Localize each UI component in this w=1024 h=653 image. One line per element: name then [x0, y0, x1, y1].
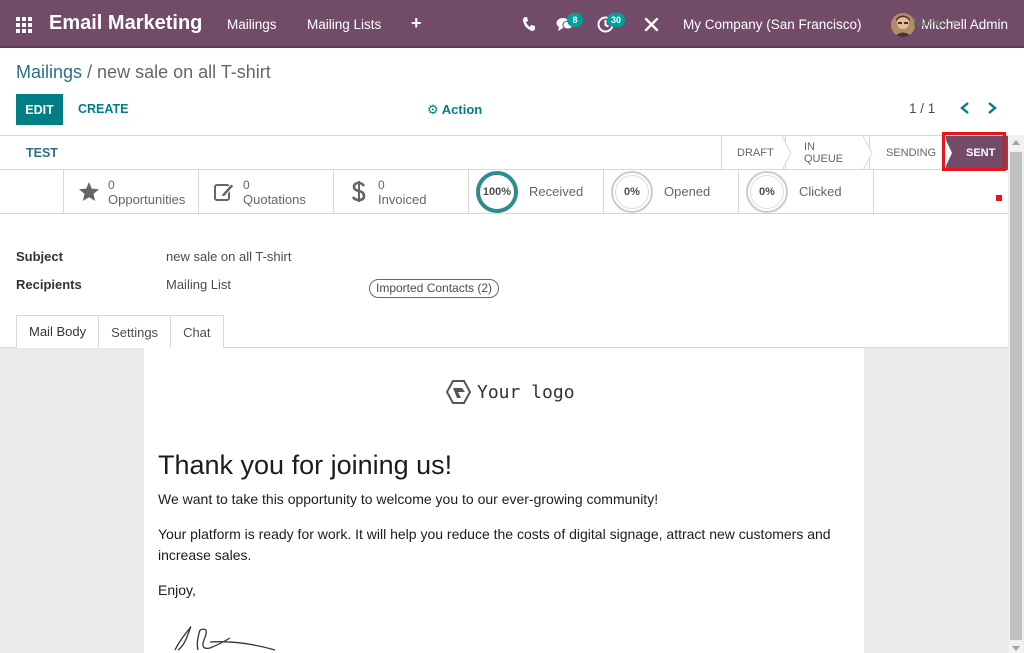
status-bar: TEST DRAFT IN QUEUE SENDING SENT [0, 135, 1008, 170]
edit-button[interactable]: EDIT [16, 94, 63, 125]
notebook-tabs: Mail Body Settings Chat [16, 315, 224, 348]
opened-button[interactable]: 0% Opened [603, 170, 738, 213]
menu-mailings[interactable]: Mailings [227, 17, 277, 32]
mail-paragraph-platform: Your platform is ready for work. It will… [158, 526, 831, 563]
company-switcher[interactable]: My Company (San Francisco) [683, 17, 862, 32]
annotation-marker [996, 195, 1002, 201]
scroll-down-arrow-icon[interactable] [1012, 646, 1020, 651]
sent-stage-highlight [942, 132, 1006, 171]
more-dropdown[interactable]: More ▼ [913, 14, 959, 29]
subject-value: new sale on all T-shirt [166, 249, 292, 264]
caret-down-icon: ▼ [950, 18, 960, 28]
smart-buttons-bar: 0 Opportunities 0 Quotations 0 Invoiced … [0, 170, 1008, 214]
logo-icon [445, 380, 471, 404]
quotations-label: Quotations [243, 192, 306, 207]
plus-icon[interactable]: + [411, 13, 422, 34]
opportunities-label: Opportunities [108, 192, 186, 207]
pager-value[interactable]: 1 / 1 [909, 101, 935, 116]
app-title[interactable]: Email Marketing [49, 12, 202, 35]
breadcrumb: Mailings / new sale on all T-shirt [16, 62, 271, 83]
action-menu-button[interactable]: ⚙ Action [427, 102, 482, 118]
invoiced-button[interactable]: 0 Invoiced [333, 170, 468, 213]
apps-menu-icon[interactable] [16, 17, 32, 33]
create-button[interactable]: CREATE [78, 102, 128, 116]
more-label: More [913, 14, 943, 29]
edit-pencil-icon [214, 183, 235, 201]
received-button[interactable]: 100% Received [468, 170, 603, 213]
breadcrumb-current: new sale on all T-shirt [97, 62, 271, 82]
clicked-percent-ring: 0% [746, 171, 788, 213]
quotations-button[interactable]: 0 Quotations [198, 170, 333, 213]
phone-icon[interactable] [522, 16, 536, 32]
more-smart-button[interactable] [873, 170, 1008, 213]
mail-paragraph-enjoy: Enjoy, [158, 582, 196, 598]
menu-mailing-lists[interactable]: Mailing Lists [307, 17, 381, 32]
test-button[interactable]: TEST [26, 146, 58, 160]
star-icon [79, 182, 99, 201]
top-navbar: Email Marketing Mailings Mailing Lists +… [0, 0, 1024, 48]
scrollbar-thumb[interactable] [1010, 152, 1022, 640]
breadcrumb-separator: / [82, 62, 98, 82]
debug-tools-icon[interactable] [644, 17, 659, 32]
quotations-count: 0 [243, 178, 250, 192]
breadcrumb-mailings[interactable]: Mailings [16, 62, 82, 82]
action-label: Action [441, 102, 483, 117]
activity-badge: 30 [607, 13, 626, 27]
opened-percent-ring: 0% [611, 171, 653, 213]
recipients-label: Recipients [16, 277, 82, 292]
clicked-button[interactable]: 0% Clicked [738, 170, 873, 213]
chat-badge: 8 [567, 13, 583, 27]
opened-label: Opened [664, 184, 711, 199]
logo-text: Your logo [477, 382, 575, 403]
tab-settings[interactable]: Settings [98, 315, 172, 348]
received-percent-ring: 100% [476, 171, 518, 213]
signature-image [174, 626, 276, 651]
scroll-up-arrow-icon[interactable] [1012, 140, 1020, 145]
recipients-tag[interactable]: Imported Contacts (2) [369, 279, 500, 298]
tab-mail-body[interactable]: Mail Body [16, 315, 100, 348]
dollar-icon [352, 181, 366, 202]
mail-heading: Thank you for joining us! [158, 450, 453, 480]
chevron-right-icon[interactable] [986, 101, 998, 115]
stage-arrow-separator [862, 136, 873, 170]
received-label: Received [529, 184, 584, 199]
mail-paragraph-welcome: We want to take this opportunity to welc… [158, 491, 659, 507]
chevron-left-icon[interactable] [959, 101, 971, 115]
tab-chat[interactable]: Chat [170, 315, 224, 348]
subject-label: Subject [16, 249, 63, 264]
user-avatar[interactable] [891, 13, 915, 37]
clicked-label: Clicked [799, 184, 842, 199]
stage-in-queue[interactable]: IN QUEUE [785, 136, 869, 170]
opportunities-count: 0 [108, 178, 115, 192]
stage-draft[interactable]: DRAFT [721, 136, 785, 170]
stage-sending[interactable]: SENDING [869, 136, 945, 170]
invoiced-label: Invoiced [378, 192, 427, 207]
recipients-value: Mailing List [166, 277, 232, 292]
opportunities-button[interactable]: 0 Opportunities [63, 170, 198, 213]
gear-icon: ⚙ [427, 102, 439, 117]
stage-arrow-separator [781, 136, 792, 170]
invoiced-count: 0 [378, 178, 385, 192]
